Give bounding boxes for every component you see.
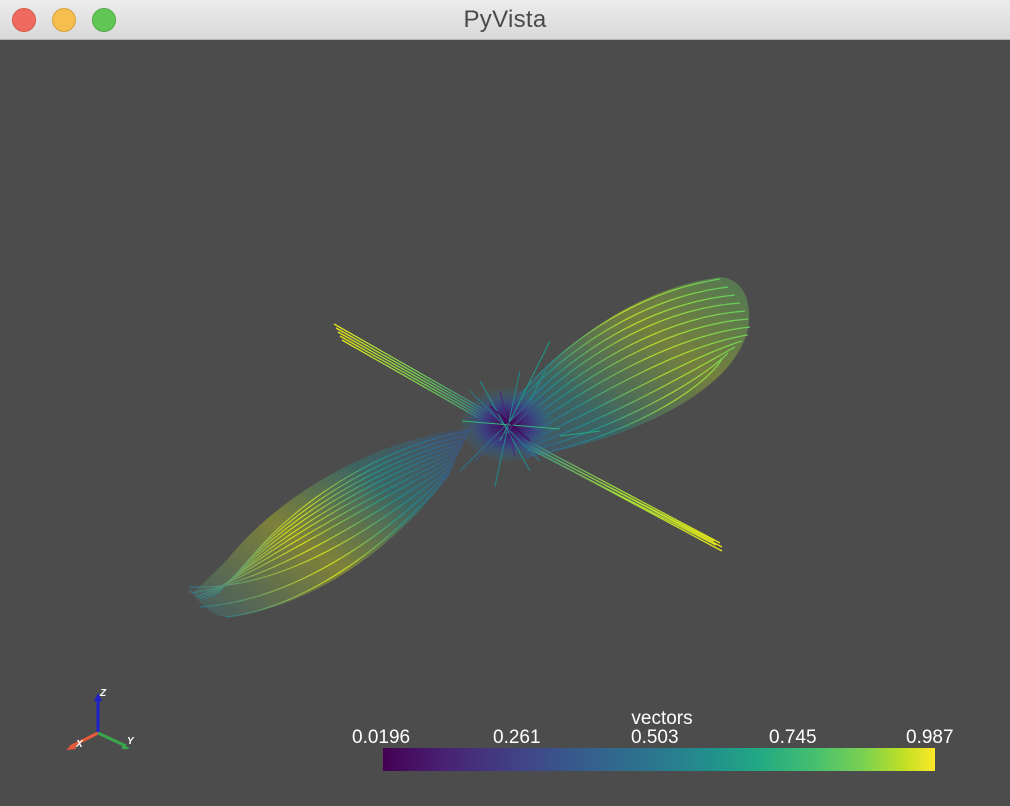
scalar-bar-tick-max: 0.987 — [906, 727, 954, 748]
scalar-bar-tick-min: 0.0196 — [352, 727, 411, 748]
y-axis-line — [97, 731, 127, 748]
streamlines-scene[interactable] — [0, 41, 1010, 806]
z-axis-label: Z — [99, 688, 107, 699]
scalar-bar-tick-2: 0.503 — [631, 727, 679, 748]
scalar-bar-colormap — [383, 748, 935, 771]
pyvista-window: PyVista Z X Y vectors 0.0196 0.261 0.503… — [0, 0, 1010, 806]
y-axis-label: Y — [127, 736, 135, 747]
title-bar[interactable]: PyVista — [0, 0, 1010, 40]
streamline-lobe-lower-left-fill — [188, 429, 470, 618]
window-title: PyVista — [463, 6, 547, 33]
x-axis-label: X — [75, 739, 84, 750]
axes-orientation-widget: Z X Y — [66, 688, 135, 750]
render-viewport[interactable]: Z X Y vectors 0.0196 0.261 0.503 0.745 0… — [0, 41, 1010, 806]
scalar-bar-tick-3: 0.745 — [769, 727, 817, 748]
streamline-arm-lower-right — [515, 436, 723, 552]
scalar-bar-tick-1: 0.261 — [493, 727, 541, 748]
